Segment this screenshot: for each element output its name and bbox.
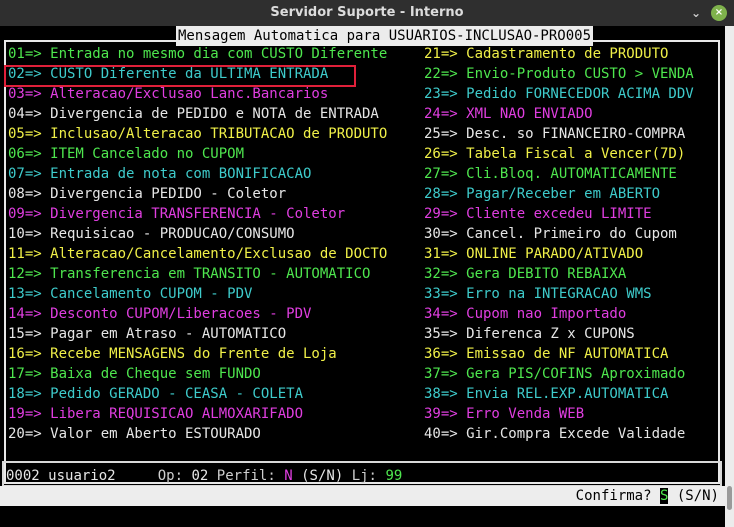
menu-item[interactable]: 33=> Erro na INTEGRACAO WMS (424, 284, 652, 304)
menu-item[interactable]: 05=> Inclusao/Alteracao TRIBUTACAO de PR… (8, 124, 387, 144)
menu-item[interactable]: 35=> Diferenca Z x CUPONS (424, 324, 635, 344)
op-value[interactable]: 02 (191, 468, 208, 484)
menu-item[interactable]: 37=> Gera PIS/COFINS Aproximado (424, 364, 685, 384)
scrollbar-thumb[interactable] (727, 486, 732, 510)
menu-item[interactable]: 11=> Alteracao/Cancelamento/Exclusao de … (8, 244, 387, 264)
menu-item[interactable]: 19=> Libera REQUISICAO ALMOXARIFADO (8, 404, 303, 424)
menu-item[interactable]: 10=> Requisicao - PRODUCAO/CONSUMO (8, 224, 295, 244)
status-line: 0002 usuario2 Op: 02 Perfil: N (S/N) Lj:… (6, 466, 402, 486)
confirm-bar: Confirma? S (S/N) (0, 486, 725, 506)
menu-item[interactable]: 29=> Cliente excedeu LIMITE (424, 204, 652, 224)
menu-item[interactable]: 39=> Erro Venda WEB (424, 404, 584, 424)
menu-item[interactable]: 17=> Baixa de Cheque sem FUNDO (8, 364, 261, 384)
lj-label: Lj: (351, 468, 377, 484)
menu-item[interactable]: 14=> Desconto CUPOM/Liberacoes - PDV (8, 304, 311, 324)
menu-title: Mensagem Automatica para USUARIOS-INCLUS… (176, 26, 594, 46)
menu-item[interactable]: 06=> ITEM Cancelado no CUPOM (8, 144, 244, 164)
menu-item[interactable]: 13=> Cancelamento CUPOM - PDV (8, 284, 252, 304)
menu-item[interactable]: 27=> Cli.Bloq. AUTOMATICAMENTE (424, 164, 677, 184)
confirm-hint: (S/N) (676, 488, 719, 504)
confirm-label: Confirma? (575, 488, 652, 504)
menu-item[interactable]: 03=> Alteracao/Exclusao Lanc.Bancarios (8, 84, 328, 104)
menu-item[interactable]: 38=> Envia REL.EXP.AUTOMATICA (424, 384, 668, 404)
menu-item[interactable]: 08=> Divergencia PEDIDO - Coletor (8, 184, 286, 204)
menu-item[interactable]: 24=> XML NAO ENVIADO (424, 104, 593, 124)
menu-item[interactable]: 32=> Gera DEBITO REBAIXA (424, 264, 626, 284)
user-code: 0002 (6, 468, 40, 484)
op-label: Op: (157, 468, 184, 484)
menu-item[interactable]: 28=> Pagar/Receber em ABERTO (424, 184, 660, 204)
minimize-icon[interactable]: ⌄ (688, 5, 704, 21)
confirm-input[interactable]: S (659, 488, 669, 504)
menu-item[interactable]: 34=> Cupom nao Importado (424, 304, 626, 324)
close-icon[interactable]: × (711, 5, 727, 21)
menu-item[interactable]: 20=> Valor em Aberto ESTOURADO (8, 424, 261, 444)
menu-item[interactable]: 15=> Pagar em Atraso - AUTOMATICO (8, 324, 286, 344)
confirm-prompt: Confirma? S (S/N) (576, 486, 719, 506)
user-name: usuario2 (48, 468, 116, 484)
menu-item[interactable]: 21=> Cadastramento de PRODUTO (424, 44, 668, 64)
window-title: Servidor Suporte - Interno (270, 5, 464, 20)
terminal[interactable]: Mensagem Automatica para USUARIOS-INCLUS… (0, 26, 725, 527)
scrollbar[interactable] (725, 26, 734, 527)
menu-item[interactable]: 22=> Envio-Produto CUSTO > VENDA (424, 64, 694, 84)
menu-item[interactable]: 26=> Tabela Fiscal a Vencer(7D) (424, 144, 685, 164)
menu-item[interactable]: 07=> Entrada de nota com BONIFICACAO (8, 164, 311, 184)
perfil-label: Perfil: (216, 468, 276, 484)
menu-item[interactable]: 25=> Desc. so FINANCEIRO-COMPRA (424, 124, 685, 144)
perfil-hint: (S/N) (301, 468, 344, 484)
menu-item[interactable]: 36=> Emissao de NF AUTOMATICA (424, 344, 668, 364)
menu-item[interactable]: 30=> Cancel. Primeiro do Cupom (424, 224, 677, 244)
menu-item[interactable]: 12=> Transferencia em TRANSITO - AUTOMAT… (8, 264, 370, 284)
lj-value[interactable]: 99 (385, 468, 402, 484)
window-titlebar: Servidor Suporte - Interno ⌄ × (0, 0, 734, 26)
menu-item[interactable]: 18=> Pedido GERADO - CEASA - COLETA (8, 384, 303, 404)
menu-item[interactable]: 23=> Pedido FORNECEDOR ACIMA DDV (424, 84, 694, 104)
menu-item[interactable]: 16=> Recebe MENSAGENS do Frente de Loja (8, 344, 337, 364)
menu-item[interactable]: 01=> Entrada no mesmo dia com CUSTO Dife… (8, 44, 387, 64)
selected-item-highlight (4, 65, 356, 87)
menu-item[interactable]: 09=> Divergencia TRANSFERENCIA - Coletor (8, 204, 345, 224)
menu-item[interactable]: 40=> Gir.Compra Excede Validade (424, 424, 685, 444)
menu-item[interactable]: 04=> Divergencia de PEDIDO e NOTA de ENT… (8, 104, 379, 124)
menu-item[interactable]: 31=> ONLINE PARADO/ATIVADO (424, 244, 643, 264)
perfil-value[interactable]: N (284, 468, 292, 484)
